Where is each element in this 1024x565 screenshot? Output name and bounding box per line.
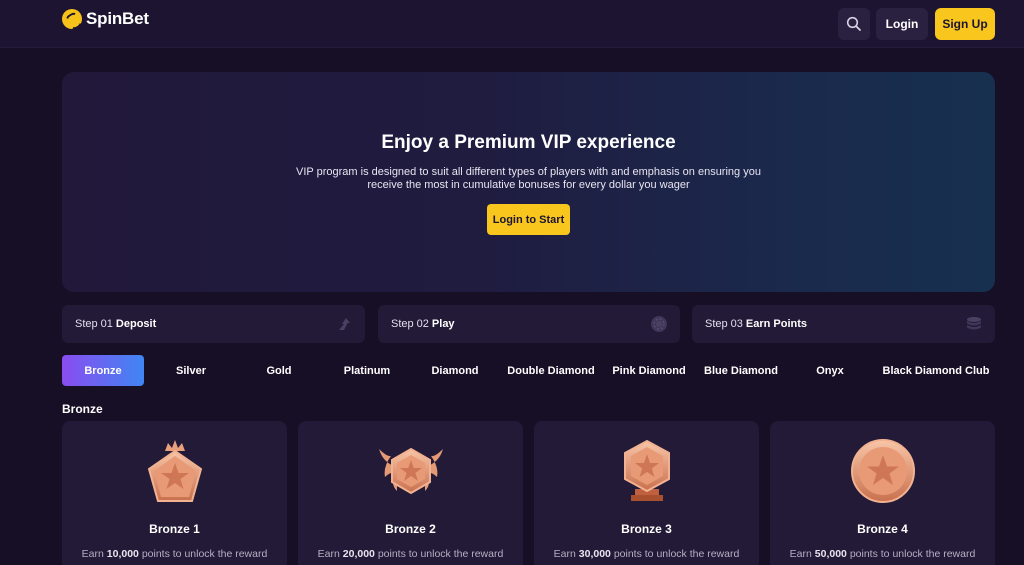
tier-tab-platinum[interactable]: Platinum <box>325 355 409 386</box>
hero-subtitle: VIP program is designed to suit all diff… <box>272 166 785 192</box>
card-title: Bronze 2 <box>385 522 436 536</box>
tier-tab-diamond[interactable]: Diamond <box>414 355 496 386</box>
card-title: Bronze 3 <box>621 522 672 536</box>
card-description: Earn 10,000 points to unlock the reward <box>62 548 287 560</box>
reward-card-bronze-4: Bronze 4 Earn 50,000 points to unlock th… <box>770 421 995 565</box>
desc-prefix: Earn <box>81 548 104 560</box>
chip-icon <box>651 316 667 332</box>
login-button[interactable]: Login <box>876 8 928 40</box>
step-name: Play <box>431 318 455 330</box>
step-name: Deposit <box>115 318 157 330</box>
brand-logo[interactable]: SpinBet <box>62 9 149 29</box>
points-value: 50,000 <box>814 548 847 560</box>
step-earn-points: Step 03 Earn Points <box>692 305 995 343</box>
desc-suffix: points to unlock the reward <box>141 548 268 560</box>
search-icon <box>846 16 861 31</box>
reward-card-bronze-3: Bronze 3 Earn 30,000 points to unlock th… <box>534 421 759 565</box>
tier-tab-blue-diamond[interactable]: Blue Diamond <box>698 355 784 386</box>
arrow-up-icon <box>339 318 350 330</box>
card-title: Bronze 1 <box>149 522 200 536</box>
desc-prefix: Earn <box>553 548 576 560</box>
desc-suffix: points to unlock the reward <box>613 548 740 560</box>
signup-button[interactable]: Sign Up <box>935 8 995 40</box>
card-title: Bronze 4 <box>857 522 908 536</box>
tier-tab-bronze[interactable]: Bronze <box>62 355 144 386</box>
points-value: 10,000 <box>106 548 139 560</box>
hexagon-pedestal-badge-icon <box>623 439 670 501</box>
search-button[interactable] <box>838 8 870 40</box>
tier-tab-silver[interactable]: Silver <box>150 355 232 386</box>
tier-tab-gold[interactable]: Gold <box>238 355 320 386</box>
points-value: 20,000 <box>342 548 375 560</box>
login-to-start-button[interactable]: Login to Start <box>487 204 570 235</box>
step-name: Earn Points <box>745 318 808 330</box>
spinbet-logo-icon <box>62 9 82 29</box>
coins-icon <box>967 317 981 330</box>
step-number: Step 02 <box>391 318 429 330</box>
card-description: Earn 20,000 points to unlock the reward <box>298 548 523 560</box>
step-play: Step 02 Play <box>378 305 680 343</box>
step-number: Step 01 <box>75 318 113 330</box>
desc-prefix: Earn <box>789 548 812 560</box>
vip-hero-banner: Enjoy a Premium VIP experience VIP progr… <box>62 72 995 292</box>
top-header: SpinBet Login Sign Up <box>0 0 1024 48</box>
tier-tab-double-diamond[interactable]: Double Diamond <box>502 355 600 386</box>
reward-card-bronze-2: Bronze 2 Earn 20,000 points to unlock th… <box>298 421 523 565</box>
tier-tab-onyx[interactable]: Onyx <box>790 355 870 386</box>
desc-prefix: Earn <box>317 548 340 560</box>
tier-tab-black-diamond-club[interactable]: Black Diamond Club <box>876 355 996 386</box>
brand-name: SpinBet <box>86 9 149 28</box>
step-deposit: Step 01 Deposit <box>62 305 365 343</box>
points-value: 30,000 <box>578 548 611 560</box>
card-description: Earn 30,000 points to unlock the reward <box>534 548 759 560</box>
hero-title: Enjoy a Premium VIP experience <box>381 132 676 153</box>
hero-subtitle-line-2: receive the most in cumulative bonuses f… <box>367 179 690 191</box>
reward-card-bronze-1: Bronze 1 Earn 10,000 points to unlock th… <box>62 421 287 565</box>
round-medal-badge-icon <box>850 439 915 503</box>
desc-suffix: points to unlock the reward <box>377 548 504 560</box>
desc-suffix: points to unlock the reward <box>849 548 976 560</box>
section-title: Bronze <box>62 402 103 416</box>
pentagon-crown-badge-icon <box>147 440 202 502</box>
winged-hexagon-badge-icon <box>378 447 443 495</box>
step-number: Step 03 <box>705 318 743 330</box>
hero-subtitle-line-1: VIP program is designed to suit all diff… <box>296 166 761 178</box>
tier-tab-pink-diamond[interactable]: Pink Diamond <box>606 355 692 386</box>
card-description: Earn 50,000 points to unlock the reward <box>770 548 995 560</box>
